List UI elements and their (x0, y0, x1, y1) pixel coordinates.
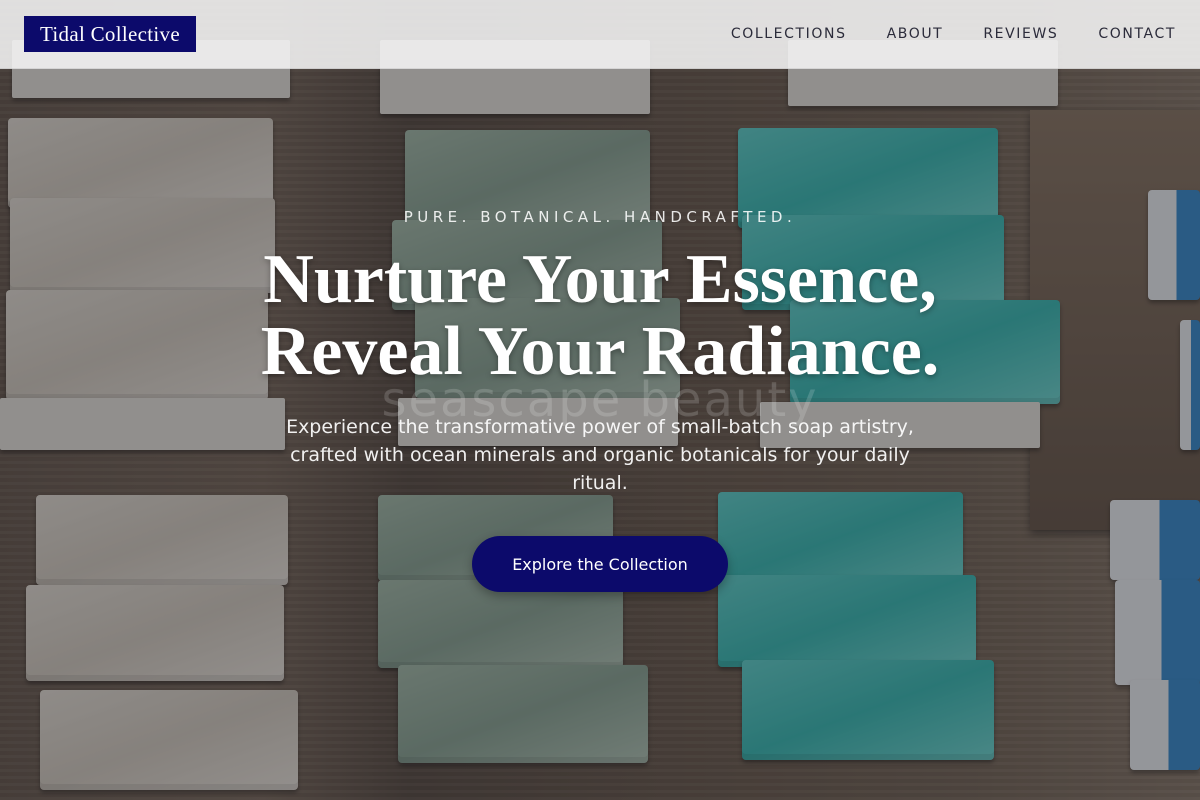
brand-logo[interactable]: Tidal Collective (24, 16, 196, 52)
nav-link-reviews[interactable]: REVIEWS (983, 26, 1058, 42)
explore-collection-button[interactable]: Explore the Collection (472, 536, 728, 592)
nav-link-collections[interactable]: COLLECTIONS (731, 26, 847, 42)
hero-headline-line-1: Nurture Your Essence, (263, 241, 937, 318)
hero-subtext: Experience the transformative power of s… (286, 416, 914, 494)
hero-tagline: PURE. BOTANICAL. HANDCRAFTED. (403, 208, 797, 226)
site-header: Tidal Collective COLLECTIONS ABOUT REVIE… (0, 0, 1200, 69)
hero-headline: Nurture Your Essence, Reveal Your Radian… (0, 244, 1200, 388)
nav-link-contact[interactable]: CONTACT (1098, 26, 1176, 42)
main-nav: COLLECTIONS ABOUT REVIEWS CONTACT (731, 26, 1176, 42)
nav-link-about[interactable]: ABOUT (887, 26, 944, 42)
hero-section: PURE. BOTANICAL. HANDCRAFTED. Nurture Yo… (0, 0, 1200, 800)
